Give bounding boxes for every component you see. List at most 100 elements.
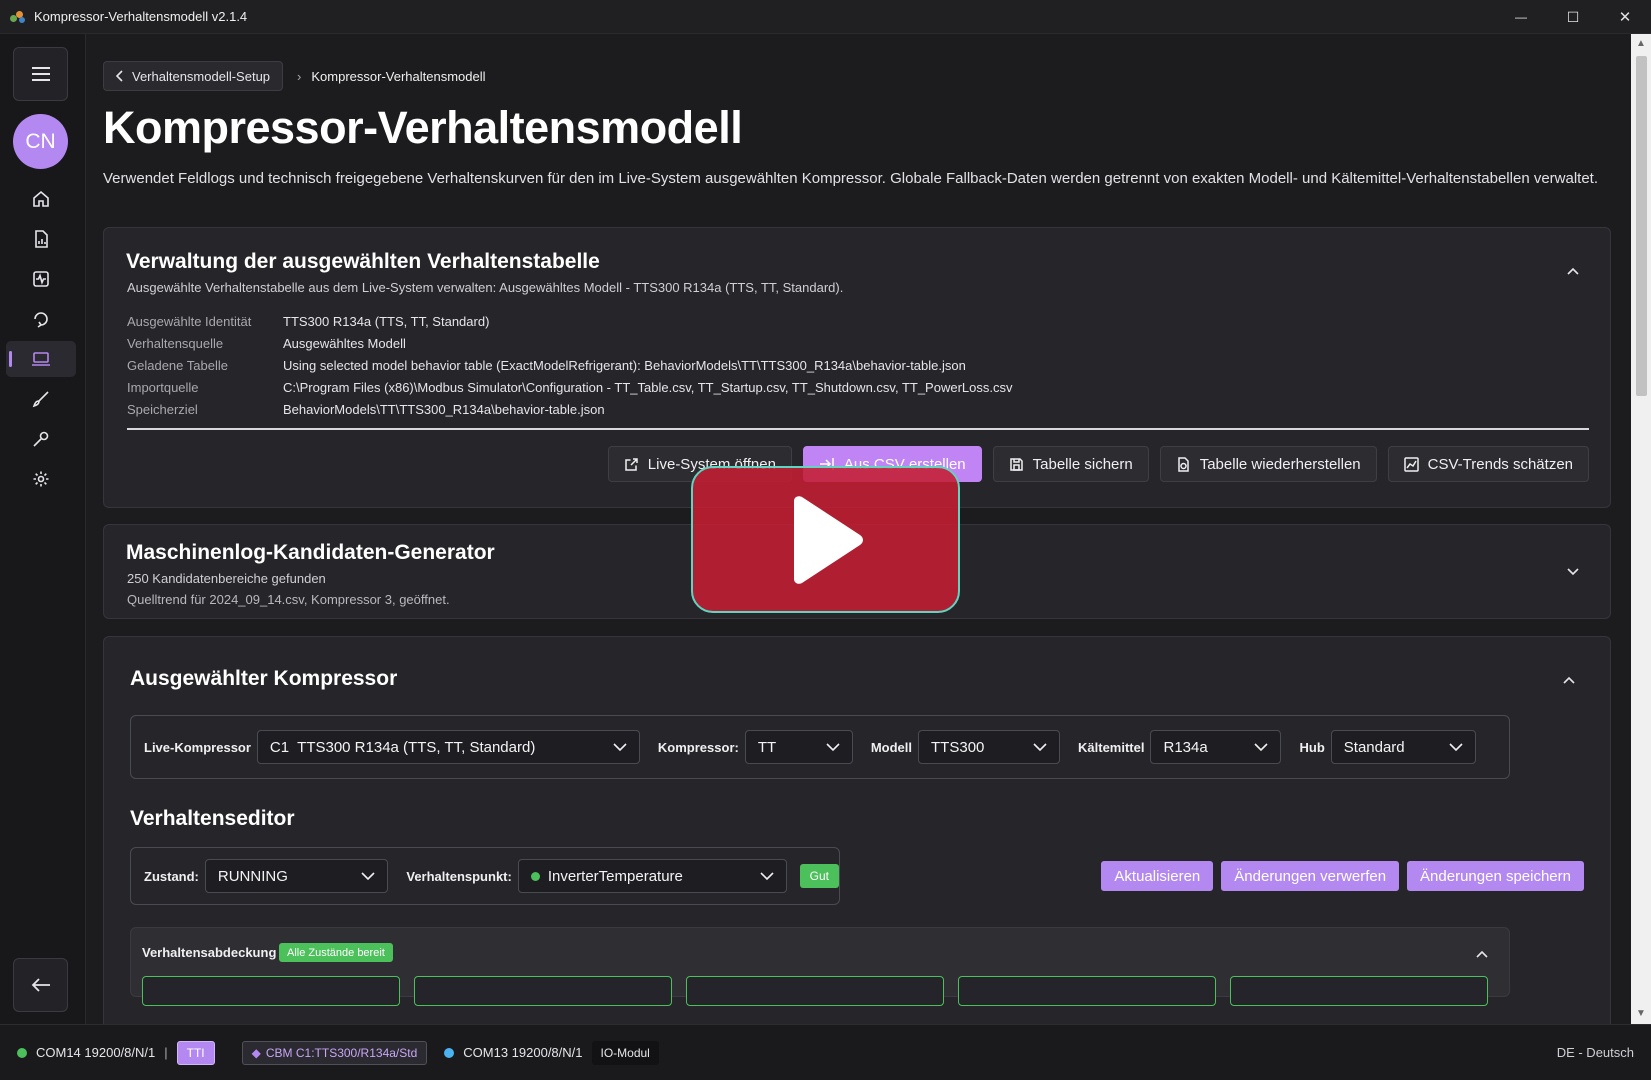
cbm-tag[interactable]: ◆ CBM C1:TTS300/R134a/Std <box>241 1040 428 1065</box>
play-icon <box>793 495 863 584</box>
hub-select[interactable]: Standard <box>1330 730 1476 764</box>
save-changes-button[interactable]: Änderungen speichern <box>1407 861 1584 891</box>
compressor-select[interactable]: TT <box>744 730 853 764</box>
live-compressor-select[interactable]: C1 TTS300 R134a (TTS, TT, Standard) <box>256 730 640 764</box>
avatar[interactable]: CN <box>13 114 68 169</box>
selected-compressor-title: Ausgewählter Kompressor <box>130 667 398 690</box>
refrigerant-value: R134a <box>1163 738 1208 756</box>
app-icon <box>10 9 26 25</box>
save-table-label: Tabelle sichern <box>1032 455 1133 473</box>
identity-details: Ausgewählte Identität TTS300 R134a (TTS, … <box>127 311 1012 421</box>
sidebar-item-tools[interactable] <box>6 421 76 457</box>
brush-icon <box>32 391 49 408</box>
coverage-tile[interactable] <box>1230 976 1488 1006</box>
behavior-coverage-panel: Verhaltensabdeckung Alle Zustände bereit <box>130 927 1510 1006</box>
restore-table-button[interactable]: Tabelle wiederherstellen <box>1159 446 1377 482</box>
detail-value: C:\Program Files (x86)\Modbus Simulator\… <box>283 380 1013 395</box>
behavior-table-subtitle: Ausgewählte Verhaltenstabelle aus dem Li… <box>127 280 844 295</box>
document-chart-icon <box>35 230 48 248</box>
io-module-tag[interactable]: IO-Modul <box>591 1040 659 1065</box>
sidebar-item-home[interactable] <box>6 181 76 217</box>
status-bar: COM14 19200/8/N/1 | TTI ◆ CBM C1:TTS300/R… <box>0 1024 1651 1080</box>
sidebar-item-brush[interactable] <box>6 381 76 417</box>
tt-tag[interactable]: TTI <box>176 1040 215 1065</box>
generator-line1: 250 Kandidatenbereiche gefunden <box>127 571 326 586</box>
detail-value: TTS300 R134a (TTS, TT, Standard) <box>283 314 490 329</box>
sidebar: CN <box>0 34 86 1024</box>
discard-changes-button[interactable]: Änderungen verwerfen <box>1221 861 1400 891</box>
external-link-icon <box>625 457 638 471</box>
chart-icon <box>1403 456 1419 472</box>
coverage-tile[interactable] <box>142 976 400 1006</box>
com-port-secondary: COM13 19200/8/N/1 <box>463 1045 583 1060</box>
gear-icon <box>33 471 49 487</box>
coverage-tile[interactable] <box>686 976 944 1006</box>
chevron-down-icon[interactable] <box>1566 565 1580 579</box>
chevron-up-icon[interactable] <box>1566 264 1580 278</box>
page-title: Kompressor-Verhaltensmodell <box>103 102 743 153</box>
detail-key: Geladene Tabelle <box>127 358 228 373</box>
coverage-tile[interactable] <box>958 976 1216 1006</box>
com-port-primary: COM14 19200/8/N/1 <box>36 1045 156 1060</box>
sidebar-item-monitor[interactable] <box>6 261 76 297</box>
coverage-label: Verhaltensabdeckung <box>142 945 277 960</box>
close-button[interactable]: ✕ <box>1599 0 1651 34</box>
state-select[interactable]: RUNNING <box>204 859 389 893</box>
restore-table-label: Tabelle wiederherstellen <box>1199 455 1361 473</box>
maximize-button[interactable]: ☐ <box>1547 0 1599 34</box>
model-value: TTS300 <box>931 738 985 756</box>
breadcrumb-back-label: Verhaltensmodell-Setup <box>132 68 271 84</box>
chevron-down-icon <box>361 871 375 880</box>
selected-compressor-card: Ausgewählter Kompressor Live-Kompressor … <box>103 636 1611 1024</box>
detail-key: Speicherziel <box>127 402 198 417</box>
chevron-down-icon <box>1254 742 1269 751</box>
model-select[interactable]: TTS300 <box>918 730 1061 764</box>
cbm-tag-label: CBM C1:TTS300/R134a/Std <box>265 1045 418 1060</box>
hamburger-menu-button[interactable] <box>13 47 68 101</box>
back-button[interactable] <box>13 958 68 1012</box>
model-label: Modell <box>870 739 913 755</box>
state-value: RUNNING <box>217 867 288 885</box>
status-dot <box>530 871 540 881</box>
language-indicator[interactable]: DE - Deutsch <box>1557 1045 1634 1060</box>
behavior-point-select[interactable]: InverterTemperature <box>517 859 787 893</box>
refresh-button[interactable]: Aktualisieren <box>1101 861 1214 891</box>
refrigerant-select[interactable]: R134a <box>1150 730 1282 764</box>
scroll-up-arrow-icon[interactable]: ▲ <box>1635 38 1647 50</box>
coverage-tile[interactable] <box>414 976 672 1006</box>
minimize-button[interactable]: — <box>1495 0 1547 34</box>
compressor-value: TT <box>757 738 777 756</box>
behavior-point-value: InverterTemperature <box>547 867 683 885</box>
sidebar-item-settings[interactable] <box>6 461 76 497</box>
chevron-down-icon <box>826 742 840 751</box>
sidebar-item-document[interactable] <box>6 221 76 257</box>
chevron-up-icon[interactable] <box>1475 947 1489 961</box>
restore-document-icon <box>1177 456 1189 472</box>
hub-label: Hub <box>1299 739 1325 755</box>
window-title: Kompressor-Verhaltensmodell v2.1.4 <box>34 9 248 24</box>
estimate-csv-trends-button[interactable]: CSV-Trends schätzen <box>1387 446 1589 482</box>
status-badge: Gut <box>799 864 839 888</box>
sidebar-item-refresh[interactable] <box>6 301 76 337</box>
title-bar: Kompressor-Verhaltensmodell v2.1.4 — ☐ ✕ <box>0 0 1651 34</box>
scroll-down-arrow-icon[interactable]: ▼ <box>1635 1008 1647 1020</box>
breadcrumb-current: Kompressor-Verhaltensmodell <box>311 68 486 84</box>
chevron-down-icon <box>760 871 774 880</box>
behavior-table-title: Verwaltung der ausgewählten Verhaltensta… <box>126 250 600 273</box>
breadcrumb-separator: › <box>297 68 302 84</box>
scrollbar-thumb[interactable] <box>1636 56 1647 396</box>
hamburger-icon <box>31 67 50 81</box>
save-table-button[interactable]: Tabelle sichern <box>992 446 1149 482</box>
detail-key: Verhaltensquelle <box>127 336 224 351</box>
vertical-scrollbar[interactable]: ▲ ▼ <box>1631 34 1651 1024</box>
behavior-editor-controls: Zustand: RUNNING Verhaltenspunkt: Invert… <box>130 847 840 905</box>
coverage-badge: Alle Zustände bereit <box>279 943 393 962</box>
sidebar-item-compressor[interactable] <box>6 341 76 377</box>
chevron-left-icon <box>116 70 123 82</box>
estimate-csv-trends-label: CSV-Trends schätzen <box>1427 455 1573 473</box>
breadcrumb-back-button[interactable]: Verhaltensmodell-Setup <box>103 61 284 91</box>
compressor-label: Kompressor: <box>657 739 739 755</box>
chevron-up-icon[interactable] <box>1562 673 1576 687</box>
video-play-button[interactable] <box>691 466 960 613</box>
chevron-down-icon <box>1449 742 1463 751</box>
